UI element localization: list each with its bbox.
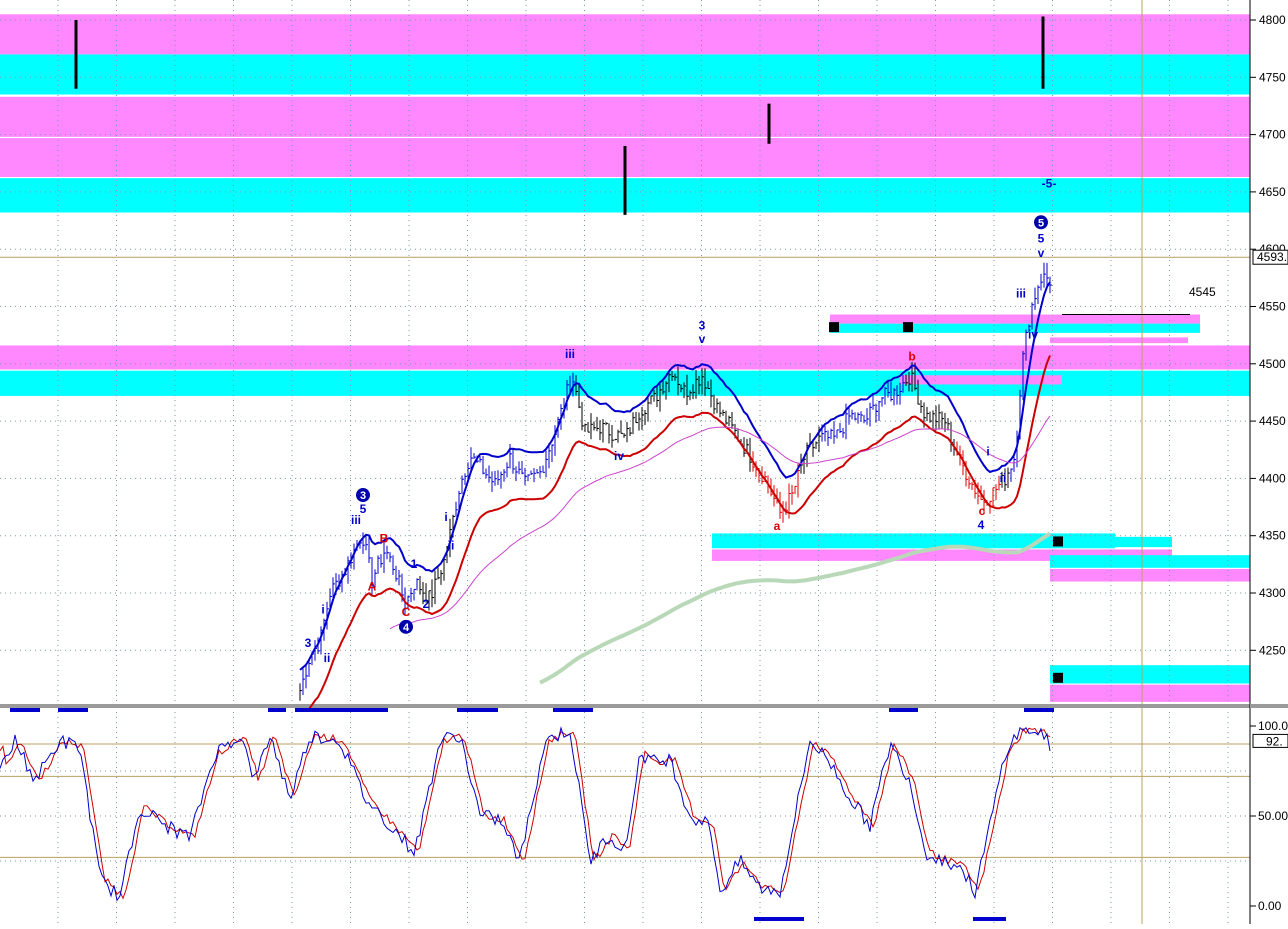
signal-bar [889,708,918,712]
projection-zone [1050,665,1250,684]
support-resistance-zone [0,96,1250,137]
axis-tick-label: 4550 [1259,300,1286,314]
signal-bar [754,917,804,921]
wave-label: iv [1028,328,1038,342]
osc-axis-tick-label: 50.00 [1258,809,1288,823]
signal-bar [1024,708,1054,712]
signal-bar [457,708,498,712]
wave-label: B [380,532,389,546]
wave-label: v [1038,246,1045,260]
wave-label: c [979,504,986,518]
wave-label: i [321,603,324,617]
chart-canvas[interactable]: 45453iii35iiiBA1C24iiiiiiiv3vabc4iiiiiii… [0,0,1288,924]
signal-bar [295,708,388,712]
osc-axis-tick-label: 100.0 [1258,719,1288,733]
zone-marker [1053,536,1063,547]
wave-label: 1 [411,557,418,571]
panel-separator [0,704,1250,708]
osc-current-label: 92. [1266,734,1283,748]
axis-tick-label: 4350 [1259,529,1286,543]
projection-zone [1050,337,1188,344]
axis-tick-label: 4300 [1259,586,1286,600]
osc-axis-tick-label: 0.00 [1258,899,1282,913]
axis-tick-label: 4500 [1259,357,1286,371]
current-price-label: 4593. [1257,250,1287,264]
zone-marker [829,322,839,333]
wave-label: -5- [1042,176,1057,190]
signal-bar [58,708,88,712]
wave-label: 3 [305,636,312,650]
projection-zone [1050,568,1250,582]
wave-label: v [699,332,706,346]
signal-bar [553,708,593,712]
axis-tick-label: 4700 [1259,128,1286,142]
signal-bar [973,917,1006,921]
wave-label: 5 [1038,231,1045,245]
wave-label: iii [565,347,575,361]
support-resistance-zone [0,370,1250,396]
wave-label: ii [1000,471,1007,485]
wave-label: A [368,580,377,594]
projection-zone [1050,684,1250,702]
axis-tick-label: 4450 [1259,414,1286,428]
wave-label: iv [614,449,624,463]
wave-label: b [908,349,915,363]
wave-label: a [774,519,781,533]
price-axis: 4800475047004650460045504500445044004350… [1249,0,1288,924]
wave-label: 2 [423,597,430,611]
wave-label: 5 [1038,217,1044,229]
projection-zone [1050,555,1250,568]
zone-marker [903,322,913,333]
support-resistance-zone [0,54,1250,95]
wave-label: 3 [360,490,366,502]
wave-label: 4 [403,622,410,634]
axis-tick-label: 4800 [1259,13,1286,27]
wave-label: 4 [978,518,985,532]
wave-label: i [986,444,989,458]
target-price-label: 4545 [1189,285,1216,299]
wave-label: C [402,605,411,619]
wave-label: ii [324,651,331,665]
axis-separator [1250,704,1288,708]
projection-zone [830,314,1200,324]
axis-tick-label: 4750 [1259,70,1286,84]
wave-label: 3 [699,318,706,332]
zone-marker [1053,672,1063,683]
wave-label: i [444,510,447,524]
elliott-wave-chart[interactable]: 4545 3 ii i 3 5 iii B A 1 C 2 4 i ii iii iv 3 v a b c 4 i ii iii i… [0,0,1288,924]
signal-bar [10,708,40,712]
signal-bar [268,708,286,712]
support-resistance-zone [0,345,1250,370]
projection-zone [830,323,1200,333]
axis-tick-label: 4650 [1259,185,1286,199]
axis-tick-label: 4250 [1259,643,1286,657]
wave-label: iii [1016,286,1026,300]
axis-tick-label: 4400 [1259,471,1286,485]
wave-label: iii [351,513,361,527]
wave-label: ii [448,538,455,552]
